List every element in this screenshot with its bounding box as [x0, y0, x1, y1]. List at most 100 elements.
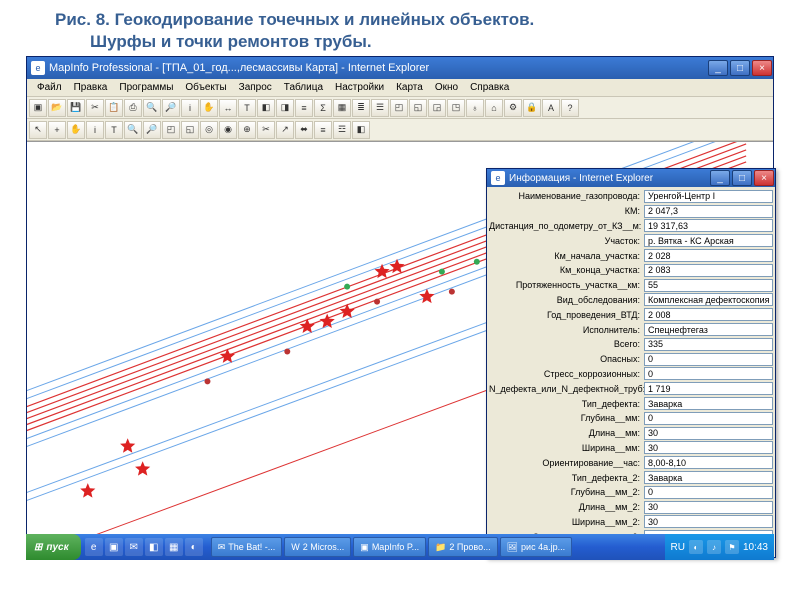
toolbar-button[interactable]: ♁ — [466, 99, 484, 117]
toolbar-button[interactable]: ✋ — [200, 99, 218, 117]
toolbar-button[interactable]: i — [181, 99, 199, 117]
menu-Запрос[interactable]: Запрос — [233, 82, 278, 93]
info-value-input[interactable]: Комплексная дефектоскопия + СКС — [644, 293, 773, 306]
info-value-input[interactable]: 0 — [644, 412, 773, 425]
toolbar-button[interactable]: ≣ — [352, 99, 370, 117]
toolbar-button[interactable]: ◰ — [162, 121, 180, 139]
close-button[interactable]: × — [752, 60, 772, 76]
toolbar-button[interactable]: ◧ — [352, 121, 370, 139]
start-button[interactable]: ⊞ пуск — [26, 534, 81, 560]
info-value-input[interactable]: 30 — [644, 501, 773, 514]
toolbar-button[interactable]: ◎ — [200, 121, 218, 139]
info-value-input[interactable]: 8,00-8,10 — [644, 456, 773, 469]
menu-Программы[interactable]: Программы — [113, 82, 179, 93]
toolbar-button[interactable]: 🔎 — [162, 99, 180, 117]
task-item[interactable]: 📁2 Прово... — [428, 537, 497, 557]
toolbar-button[interactable]: ◧ — [257, 99, 275, 117]
info-value-input[interactable]: 0 — [644, 353, 773, 366]
toolbar-button[interactable]: ◲ — [428, 99, 446, 117]
toolbar-button[interactable]: ⌂ — [485, 99, 503, 117]
ql-item[interactable]: ◐ — [185, 538, 203, 556]
toolbar-button[interactable]: ↗ — [276, 121, 294, 139]
toolbar-button[interactable]: A — [542, 99, 560, 117]
info-value-input[interactable]: 0 — [644, 486, 773, 499]
toolbar-button[interactable]: ↔ — [219, 99, 237, 117]
info-value-input[interactable]: 2 083 — [644, 264, 773, 277]
toolbar-button[interactable]: 🔍 — [124, 121, 142, 139]
info-value-input[interactable]: 0 — [644, 367, 773, 380]
info-maximize-button[interactable]: □ — [732, 170, 752, 186]
toolbar-button[interactable]: + — [48, 121, 66, 139]
toolbar-button[interactable]: ◱ — [181, 121, 199, 139]
toolbar-button[interactable]: ☰ — [371, 99, 389, 117]
toolbar-button[interactable]: ⬌ — [295, 121, 313, 139]
toolbar-button[interactable]: ☲ — [333, 121, 351, 139]
toolbar-button[interactable]: ↖ — [29, 121, 47, 139]
info-value-input[interactable]: Спецнефтегаз — [644, 323, 773, 336]
maximize-button[interactable]: □ — [730, 60, 750, 76]
info-value-input[interactable]: Заварка — [644, 397, 773, 410]
info-value-input[interactable]: 30 — [644, 515, 773, 528]
info-value-input[interactable]: 30 — [644, 441, 773, 454]
menu-Карта[interactable]: Карта — [390, 82, 429, 93]
toolbar-button[interactable]: ⎙ — [124, 99, 142, 117]
info-value-input[interactable]: 2 047,3 — [644, 205, 773, 218]
toolbar-button[interactable]: T — [238, 99, 256, 117]
info-value-input[interactable]: р. Вятка - КС Арская — [644, 234, 773, 247]
toolbar-button[interactable]: ▣ — [29, 99, 47, 117]
toolbar-button[interactable]: ◰ — [390, 99, 408, 117]
toolbar-button[interactable]: 💾 — [67, 99, 85, 117]
toolbar-button[interactable]: ✂ — [86, 99, 104, 117]
info-value-input[interactable]: 19 317,63 — [644, 219, 773, 232]
toolbar-button[interactable]: 🔍 — [143, 99, 161, 117]
toolbar-button[interactable]: ? — [561, 99, 579, 117]
toolbar-button[interactable]: i — [86, 121, 104, 139]
info-value-input[interactable]: 30 — [644, 427, 773, 440]
toolbar-button[interactable]: 🔎 — [143, 121, 161, 139]
toolbar-button[interactable]: ◳ — [447, 99, 465, 117]
task-item[interactable]: ✉The Bat! -... — [211, 537, 283, 557]
toolbar-button[interactable]: T — [105, 121, 123, 139]
ql-item[interactable]: ✉ — [125, 538, 143, 556]
tray-icon[interactable]: ⚑ — [725, 540, 739, 554]
minimize-button[interactable]: _ — [708, 60, 728, 76]
toolbar-button[interactable]: ▦ — [333, 99, 351, 117]
menu-Настройки[interactable]: Настройки — [329, 82, 390, 93]
toolbar-button[interactable]: 📋 — [105, 99, 123, 117]
info-value-input[interactable]: 55 — [644, 279, 773, 292]
ql-item[interactable]: e — [85, 538, 103, 556]
tray-icon[interactable]: ♪ — [707, 540, 721, 554]
menu-Таблица[interactable]: Таблица — [278, 82, 329, 93]
info-value-input[interactable]: 1 719 — [644, 382, 773, 395]
toolbar-button[interactable]: 📂 — [48, 99, 66, 117]
toolbar-button[interactable]: Σ — [314, 99, 332, 117]
menu-Файл[interactable]: Файл — [31, 82, 68, 93]
menu-Объекты[interactable]: Объекты — [179, 82, 232, 93]
task-item[interactable]: ▣MapInfo P... — [353, 537, 426, 557]
info-value-input[interactable]: 335 — [644, 338, 773, 351]
task-item[interactable]: W2 Micros... — [284, 537, 351, 557]
menu-Окно[interactable]: Окно — [429, 82, 464, 93]
task-item[interactable]: 🖼рис 4а.jp... — [500, 537, 573, 557]
menu-Правка[interactable]: Правка — [68, 82, 114, 93]
toolbar-button[interactable]: ◱ — [409, 99, 427, 117]
ql-item[interactable]: ▦ — [165, 538, 183, 556]
info-value-input[interactable]: 2 028 — [644, 249, 773, 262]
info-value-input[interactable]: Уренгой-Центр I — [644, 190, 773, 203]
tray-lang[interactable]: RU — [671, 542, 685, 553]
toolbar-button[interactable]: ◨ — [276, 99, 294, 117]
toolbar-button[interactable]: ≡ — [314, 121, 332, 139]
toolbar-button[interactable]: ◉ — [219, 121, 237, 139]
menu-Справка[interactable]: Справка — [464, 82, 515, 93]
toolbar-button[interactable]: ✋ — [67, 121, 85, 139]
ql-item[interactable]: ▣ — [105, 538, 123, 556]
tray-icon[interactable]: ◐ — [689, 540, 703, 554]
toolbar-button[interactable]: 🔒 — [523, 99, 541, 117]
info-minimize-button[interactable]: _ — [710, 170, 730, 186]
info-value-input[interactable]: Заварка — [644, 471, 773, 484]
info-close-button[interactable]: × — [754, 170, 774, 186]
toolbar-button[interactable]: ✂ — [257, 121, 275, 139]
toolbar-button[interactable]: ≡ — [295, 99, 313, 117]
info-value-input[interactable]: 2 008 — [644, 308, 773, 321]
toolbar-button[interactable]: ⊕ — [238, 121, 256, 139]
